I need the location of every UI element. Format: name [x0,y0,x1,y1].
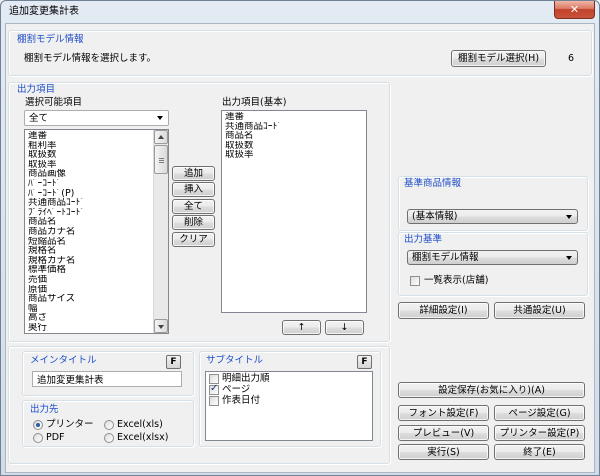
model-count-value: 6 [567,53,574,64]
chevron-down-icon [157,116,163,120]
available-item[interactable]: 規格名 [25,246,153,256]
available-item[interactable]: 商品カナ名 [25,227,153,237]
check-icon: ✓ [210,383,219,394]
excel-xls-radio-label: Excel(xls) [117,419,163,430]
output-basis-label: 出力基準 [404,234,443,245]
available-item[interactable]: ﾌﾟﾗｲﾍﾞｰﾄｺｰﾄﾞ [25,208,153,218]
model-info-description: 棚割モデル情報を選択します。 [24,53,157,64]
selected-item[interactable]: 取扱率 [222,150,366,160]
created-date-checkbox[interactable]: ✓ [209,396,219,406]
detail-order-label: 明細出力順 [222,373,270,384]
sub-title-label: サブタイトル [206,355,264,366]
available-item[interactable]: ﾊﾞｰｺｰﾄﾞ(P) [25,189,153,199]
available-item[interactable]: 高さ [25,313,153,323]
available-item[interactable]: 商品サイズ [25,294,153,304]
printer-settings-button[interactable]: プリンター設定(P) [494,425,585,441]
model-info-label: 棚割モデル情報 [17,34,84,45]
printer-radio[interactable] [33,420,43,430]
page-checkbox[interactable]: ✓ [209,383,219,395]
available-item[interactable]: 幅 [25,304,153,314]
selected-item[interactable]: 取扱数 [222,141,366,151]
close-button[interactable]: ✕ [554,1,595,19]
common-settings-button[interactable]: 共通設定(U) [494,302,585,319]
available-items-scrollbar[interactable] [153,130,168,333]
output-items-label: 出力項目 [17,84,56,95]
base-product-label: 基準商品情報 [404,178,462,189]
page-label: ページ [222,384,251,395]
output-basis-dropdown[interactable]: 棚割モデル情報 [407,250,578,265]
pdf-radio[interactable] [33,433,43,443]
main-title-input[interactable] [32,371,182,387]
radio-dot-icon [36,423,40,427]
window-title: 追加変更集計表 [9,6,79,17]
available-item[interactable]: 奥行 [25,323,153,333]
grip-icon [159,157,164,163]
scroll-down-button[interactable] [154,319,168,333]
scroll-thumb[interactable] [154,145,168,174]
scroll-down-icon [158,325,164,329]
available-item[interactable]: ﾊﾞｰｺｰﾄﾞ [25,179,153,189]
pdf-radio-label: PDF [46,432,65,443]
available-item[interactable]: 共通商品ｺｰﾄﾞ [25,198,153,208]
list-display-checkbox[interactable]: ✓ [410,276,420,286]
output-basis-value: 棚割モデル情報 [412,252,479,263]
page-settings-button[interactable]: ページ設定(G) [494,405,585,421]
base-product-dropdown[interactable]: (基本情報) [407,209,578,224]
available-item[interactable]: 原価 [25,285,153,295]
move-up-button[interactable]: ↑ [282,320,321,335]
selected-item[interactable]: 共通商品ｺｰﾄﾞ [222,122,366,132]
available-items-container: 連番 粗利率 取扱数 取扱率 商品画像 ﾊﾞｰｺｰﾄﾞ ﾊﾞｰｺｰﾄﾞ(P) 共… [25,131,153,332]
available-item[interactable]: 取扱率 [25,160,153,170]
add-all-button[interactable]: 全て [172,199,215,214]
preview-button[interactable]: プレビュー(V) [398,425,489,441]
font-settings-button[interactable]: フォント設定(F) [398,405,489,421]
item-filter-value: 全て [29,112,49,124]
available-item[interactable]: 粗利率 [25,141,153,151]
insert-button[interactable]: 挿入 [172,182,215,197]
printer-radio-label: プリンター [46,419,94,430]
available-item[interactable]: 短縮品名 [25,237,153,247]
selected-item[interactable]: 連番 [222,112,366,122]
selected-item[interactable]: 商品名 [222,131,366,141]
available-item[interactable]: 標準価格 [25,265,153,275]
excel-xls-radio[interactable] [104,420,114,430]
chevron-down-icon [566,215,572,219]
clear-button[interactable]: クリア [172,232,215,247]
add-button[interactable]: 追加 [172,166,215,181]
output-destination-label: 出力先 [30,404,59,415]
move-down-button[interactable]: ↓ [325,320,364,335]
available-item[interactable]: 連番 [25,131,153,141]
detail-settings-button[interactable]: 詳細設定(I) [398,302,489,319]
main-title-font-button[interactable]: F [166,355,181,369]
available-item[interactable]: 売価 [25,275,153,285]
main-title-label: メインタイトル [30,355,97,366]
list-display-label: 一覧表示(店舗) [424,275,489,286]
selected-items-label: 出力項目(基本) [222,97,287,108]
sub-title-font-button[interactable]: F [357,355,372,369]
run-button[interactable]: 実行(S) [398,444,489,460]
delete-button[interactable]: 削除 [172,215,215,230]
select-model-button[interactable]: 棚割モデル選択(H) [451,50,546,67]
base-product-value: (基本情報) [412,211,458,222]
available-item[interactable]: 取扱数 [25,150,153,160]
available-items-label: 選択可能項目 [25,97,83,108]
available-item[interactable]: 商品画像 [25,169,153,179]
available-item[interactable]: 商品名 [25,217,153,227]
item-filter-dropdown[interactable]: 全て [24,110,169,126]
exit-button[interactable]: 終了(E) [494,444,585,460]
close-icon: ✕ [569,3,580,16]
selected-items-container: 連番 共通商品ｺｰﾄﾞ 商品名 取扱数 取扱率 [222,112,366,160]
excel-xlsx-radio-label: Excel(xlsx) [117,432,169,443]
scroll-up-icon [158,135,164,139]
selected-items-list[interactable]: 連番 共通商品ｺｰﾄﾞ 商品名 取扱数 取扱率 [221,110,367,313]
available-items-list[interactable]: 連番 粗利率 取扱数 取扱率 商品画像 ﾊﾞｰｺｰﾄﾞ ﾊﾞｰｺｰﾄﾞ(P) 共… [24,129,169,334]
save-favorite-button[interactable]: 設定保存(お気に入り)(A) [398,382,585,398]
scroll-up-button[interactable] [154,130,168,144]
excel-xlsx-radio[interactable] [104,433,114,443]
available-item[interactable]: 規格カナ名 [25,256,153,266]
chevron-down-icon [566,256,572,260]
created-date-label: 作表日付 [222,395,261,406]
